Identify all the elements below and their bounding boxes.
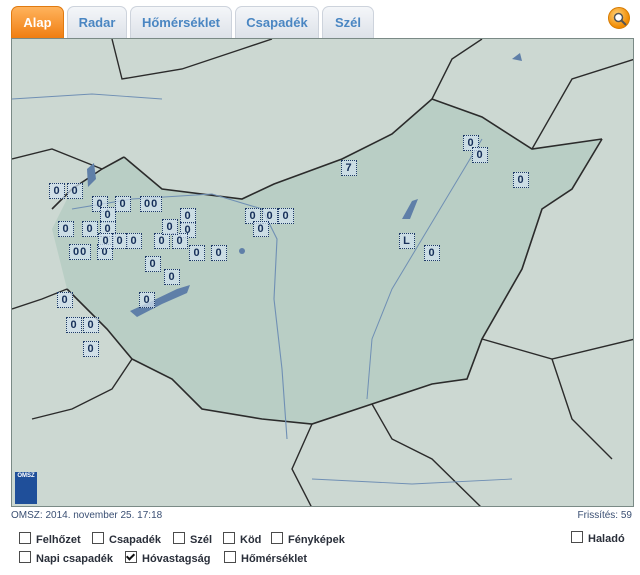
snow-marker[interactable]: 0 [513, 172, 529, 188]
tab-radar[interactable]: Radar [67, 6, 127, 38]
option-hovastagsag[interactable]: Hóvastagság [125, 551, 210, 565]
checkbox-fenykepek[interactable] [271, 532, 283, 544]
option-napi-csapadek[interactable]: Napi csapadék [19, 551, 113, 565]
snow-marker[interactable]: 0 [253, 221, 269, 237]
checkbox-szel[interactable] [173, 532, 185, 544]
update-timestamp: OMSZ: 2014. november 25. 17:18 [11, 510, 163, 521]
tab-homerseklet[interactable]: Hőmérséklet [130, 6, 232, 38]
snow-marker[interactable]: 0 [83, 341, 99, 357]
snow-marker[interactable]: 0 [57, 292, 73, 308]
option-homerseklet[interactable]: Hőmérséklet [224, 551, 307, 565]
snow-marker[interactable]: 0 [115, 196, 131, 212]
checkbox-napi-csapadek[interactable] [19, 551, 31, 563]
tab-bar: Alap Radar Hőmérséklet Csapadék Szél [0, 0, 640, 38]
snow-marker[interactable]: 0 [162, 219, 178, 235]
snow-marker[interactable]: 0 [424, 245, 440, 261]
omsz-logo: OMSZ [15, 472, 37, 504]
snow-marker[interactable]: 0 [82, 221, 98, 237]
snow-marker[interactable]: 0 [211, 245, 227, 261]
map-view[interactable]: 0 0 0 0 0 00 0 0 0 0 0 0 00 0 0 0 0 0 0 … [11, 38, 634, 507]
option-kod[interactable]: Köd [223, 532, 261, 546]
snow-marker[interactable]: L [399, 233, 415, 249]
option-felhozet[interactable]: Felhőzet [19, 532, 81, 546]
option-csapadek[interactable]: Csapadék [92, 532, 161, 546]
snow-marker[interactable]: 0 [164, 269, 180, 285]
snow-marker[interactable]: 0 [145, 256, 161, 272]
snow-marker[interactable]: 0 [139, 292, 155, 308]
search-icon[interactable] [608, 7, 630, 29]
checkbox-kod[interactable] [223, 532, 235, 544]
snow-marker[interactable]: 0 [172, 233, 188, 249]
option-halado[interactable]: Haladó [571, 531, 625, 545]
snow-marker[interactable]: 0 [189, 245, 205, 261]
snow-marker[interactable]: 0 [154, 233, 170, 249]
checkbox-halado[interactable] [571, 531, 583, 543]
snow-marker[interactable]: 0 [126, 233, 142, 249]
snow-marker[interactable]: 00 [140, 196, 163, 212]
tab-alap[interactable]: Alap [11, 6, 64, 38]
checkbox-felhozet[interactable] [19, 532, 31, 544]
option-szel[interactable]: Szél [173, 532, 212, 546]
checkbox-hovastagsag[interactable] [125, 551, 137, 563]
snow-marker[interactable]: 00 [69, 244, 92, 260]
snow-marker[interactable]: 0 [472, 147, 488, 163]
snow-marker[interactable]: 0 [67, 183, 83, 199]
refresh-countdown: Frissítés: 59 [577, 510, 632, 521]
checkbox-homerseklet[interactable] [224, 551, 236, 563]
snow-marker[interactable]: 0 [83, 317, 99, 333]
snow-marker[interactable]: 0 [58, 221, 74, 237]
tab-csapadek[interactable]: Csapadék [235, 6, 319, 38]
tab-szel[interactable]: Szél [322, 6, 374, 38]
map-background [12, 39, 633, 506]
snow-marker[interactable]: 7 [341, 160, 357, 176]
checkbox-csapadek[interactable] [92, 532, 104, 544]
snow-marker[interactable]: 0 [278, 208, 294, 224]
snow-marker[interactable]: 0 [49, 183, 65, 199]
option-fenykepek[interactable]: Fényképek [271, 532, 345, 546]
snow-marker[interactable]: 0 [66, 317, 82, 333]
